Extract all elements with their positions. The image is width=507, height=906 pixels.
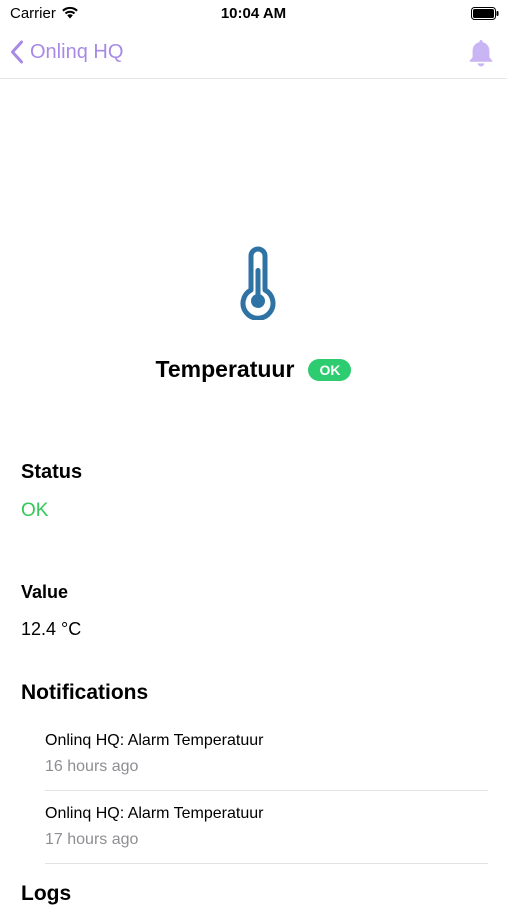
chevron-left-icon (11, 40, 23, 64)
logs-heading: Logs (21, 882, 72, 905)
status-value: OK (21, 500, 49, 521)
sensor-header: Temperatuur OK (0, 356, 507, 383)
bell-icon[interactable] (467, 38, 495, 68)
notification-title: Onlinq HQ: Alarm Temperatuur (45, 732, 264, 749)
notification-item[interactable]: Onlinq HQ: Alarm Temperatuur 17 hours ag… (45, 791, 488, 864)
back-button[interactable]: Onlinq HQ (10, 36, 123, 68)
sensor-title: Temperatuur (155, 356, 295, 382)
battery-icon (471, 7, 499, 20)
notification-time: 16 hours ago (45, 758, 139, 775)
notifications-heading: Notifications (21, 681, 149, 704)
thermometer-icon (240, 246, 276, 320)
back-label: Onlinq HQ (30, 40, 124, 63)
notification-item[interactable]: Onlinq HQ: Alarm Temperatuur 16 hours ag… (45, 718, 488, 791)
status-bar: Carrier 10:04 AM (0, 0, 507, 28)
status-time: 10:04 AM (220, 5, 287, 22)
status-heading: Status (21, 461, 83, 483)
notification-title: Onlinq HQ: Alarm Temperatuur (45, 805, 264, 822)
status-badge: OK (308, 358, 352, 381)
temperature-value: 12.4 °C (21, 619, 82, 639)
value-heading: Value (21, 582, 69, 602)
notifications-list: Onlinq HQ: Alarm Temperatuur 16 hours ag… (45, 718, 488, 864)
notification-time: 17 hours ago (45, 831, 139, 848)
navigation-bar: Onlinq HQ (0, 28, 507, 79)
